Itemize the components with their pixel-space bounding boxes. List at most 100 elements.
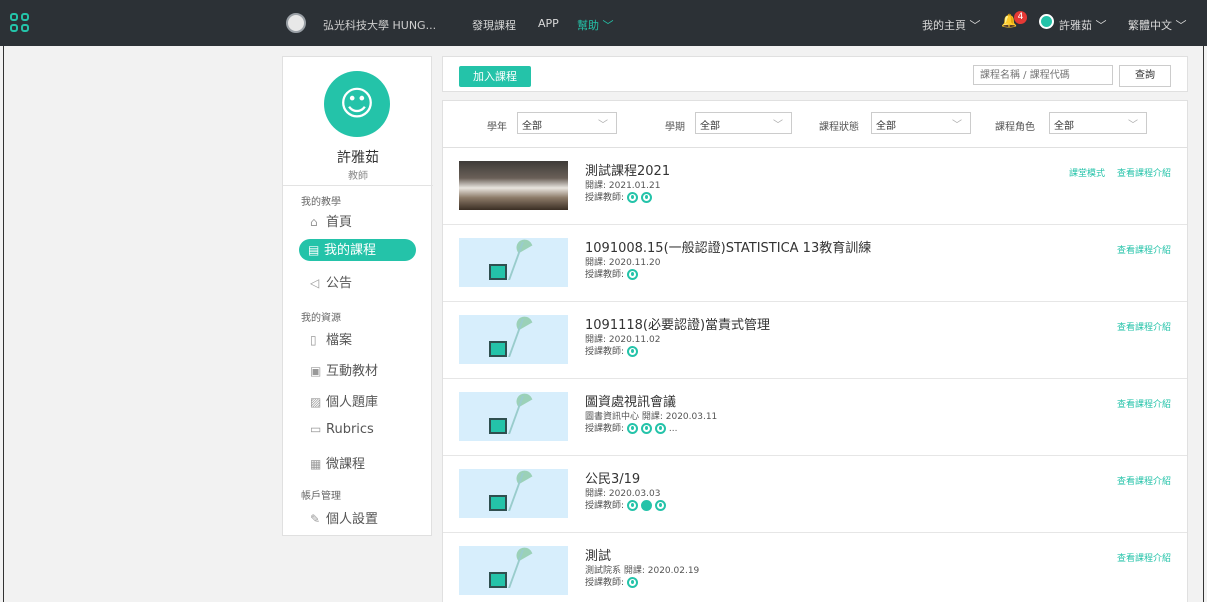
sidebar-item-interactive[interactable]: ▣ 互動教材 [310,360,378,379]
course-teachers: 授課教師: [585,267,639,280]
course-links: 查看課程介紹 [1105,551,1171,564]
course-thumbnail[interactable] [459,546,568,595]
view-intro-link[interactable]: 查看課程介紹 [1117,169,1171,179]
section-resources: 我的資源 [301,313,341,324]
more-teachers[interactable]: ... [669,424,678,434]
course-thumbnail[interactable] [459,161,568,210]
course-thumbnail[interactable] [459,238,568,287]
divider [283,185,433,186]
school-name-link[interactable]: 弘光科技大學 HUNG... [323,17,436,33]
chevron-down-icon: ﹀ [598,120,608,131]
chevron-down-icon: ﹀ [773,120,783,131]
my-homepage-menu[interactable]: 我的主頁 ﹀ [922,17,981,33]
sidebar-item-home[interactable]: ⌂ 首頁 [310,211,352,230]
teacher-avatar-icon[interactable] [641,423,653,434]
section-account: 帳戶管理 [301,491,341,502]
school-logo-icon[interactable] [286,13,306,33]
status-label: 課程狀態 [819,122,859,133]
user-menu[interactable]: 許雅茹 ﹀ [1059,17,1107,33]
course-links: 查看課程介紹 [1105,397,1171,410]
course-links: 查看課程介紹 [1105,243,1171,256]
file-icon: ▯ [310,333,317,347]
course-teachers: 授課教師: [585,498,667,511]
course-row[interactable]: 1091118(必要認證)當責式管理 開課: 2020.11.02 授課教師: … [443,302,1187,379]
profile-avatar[interactable]: ☺ [324,71,390,137]
course-thumbnail[interactable] [459,392,568,441]
micro-course-icon: ▦ [310,457,322,471]
status-select[interactable]: 全部 ﹀ [871,112,971,134]
megaphone-icon: ◁ [310,276,320,290]
year-select[interactable]: 全部 ﹀ [517,112,617,134]
sidebar: ☺ 許雅茹 教師 我的教學 ⌂ 首頁 ▤ 我的課程 ◁ 公告 我的資源 ▯ 檔案 ▣ 互動… [282,56,433,536]
teacher-avatar-icon[interactable] [627,423,639,434]
course-list: 測試課程2021 開課: 2021.01.21 授課教師: 課堂模式 查看課程介紹… [442,148,1188,602]
role-label: 課程角色 [995,122,1035,133]
view-intro-link[interactable]: 查看課程介紹 [1117,246,1171,256]
teacher-avatar-icon[interactable] [627,269,639,280]
course-links: 查看課程介紹 [1105,320,1171,333]
filter-bar: 學年 全部 ﹀ 學期 全部 ﹀ 課程狀態 全部 ﹀ 課程角色 全部 ﹀ [442,100,1188,148]
view-intro-link[interactable]: 查看課程介紹 [1117,554,1171,564]
teacher-avatar-icon[interactable] [655,500,667,511]
teacher-avatar-icon[interactable] [627,500,639,511]
interactive-icon: ▣ [310,364,322,378]
sidebar-item-rubrics[interactable]: ▭ Rubrics [310,422,374,437]
teacher-avatar-icon[interactable] [627,192,639,203]
question-bank-icon: ▨ [310,395,322,409]
course-toolbar: 加入課程 查詢 [442,56,1188,92]
search-button[interactable]: 查詢 [1119,65,1171,87]
app-link[interactable]: APP [538,17,559,30]
sidebar-item-my-courses[interactable]: ▤ 我的課程 [299,239,416,261]
classroom-mode-link[interactable]: 課堂模式 [1069,169,1105,179]
teacher-avatar-icon[interactable] [641,500,653,511]
top-navbar: 弘光科技大學 HUNG... 發現課程 APP 幫助 ﹀ 我的主頁 ﹀ 🔔 4 … [0,0,1207,46]
view-intro-link[interactable]: 查看課程介紹 [1117,400,1171,410]
course-title[interactable]: 1091008.15(一般認證)STATISTICA 13教育訓練 [585,237,871,256]
course-links: 查看課程介紹 [1105,474,1171,487]
rubrics-icon: ▭ [310,422,322,436]
course-thumbnail[interactable] [459,469,568,518]
course-search-input[interactable] [973,65,1113,85]
chevron-down-icon: ﹀ [952,120,962,131]
discover-courses-link[interactable]: 發現課程 [472,17,516,33]
sidebar-item-settings[interactable]: ✎ 個人設置 [310,508,378,527]
teacher-avatar-icon[interactable] [641,192,653,203]
course-teachers: 授課教師: ... [585,423,678,434]
sidebar-item-micro-course[interactable]: ▦ 微課程 [310,453,365,472]
course-row[interactable]: 測試 測試院系 開課: 2020.02.19 授課教師: 查看課程介紹 [443,533,1187,602]
sidebar-item-files[interactable]: ▯ 檔案 [310,329,352,348]
apps-grid-icon[interactable] [10,13,30,33]
language-menu[interactable]: 繁體中文 ﹀ [1128,17,1187,33]
course-title[interactable]: 1091118(必要認證)當責式管理 [585,314,770,333]
wrench-icon: ✎ [310,512,321,526]
teacher-avatar-icon[interactable] [627,577,639,588]
role-select[interactable]: 全部 ﹀ [1049,112,1147,134]
year-label: 學年 [487,122,507,133]
course-teachers: 授課教師: [585,190,653,203]
home-icon: ⌂ [310,215,318,229]
view-intro-link[interactable]: 查看課程介紹 [1117,323,1171,333]
notification-badge: 4 [1014,11,1027,24]
add-course-button[interactable]: 加入課程 [459,66,531,87]
course-title[interactable]: 測試 [585,545,611,564]
course-row[interactable]: 1091008.15(一般認證)STATISTICA 13教育訓練 開課: 20… [443,225,1187,302]
semester-select[interactable]: 全部 ﹀ [695,112,792,134]
course-title[interactable]: 公民3/19 [585,468,640,487]
chevron-down-icon: ﹀ [1128,120,1138,131]
view-intro-link[interactable]: 查看課程介紹 [1117,477,1171,487]
help-menu[interactable]: 幫助 ﹀ [577,17,614,33]
teacher-avatar-icon[interactable] [655,423,667,434]
course-row[interactable]: 測試課程2021 開課: 2021.01.21 授課教師: 課堂模式 查看課程介紹 [443,148,1187,225]
sidebar-item-question-bank[interactable]: ▨ 個人題庫 [310,391,378,410]
course-teachers: 授課教師: [585,575,639,588]
sidebar-item-announcements[interactable]: ◁ 公告 [310,272,352,291]
user-name: 許雅茹 [337,150,379,166]
course-row[interactable]: 圖資處視訊會議 圖書資訊中心 開課: 2020.03.11 授課教師: ... … [443,379,1187,456]
teacher-avatar-icon[interactable] [627,346,639,357]
section-teaching: 我的教學 [301,197,341,208]
course-row[interactable]: 公民3/19 開課: 2020.03.03 授課教師: 查看課程介紹 [443,456,1187,533]
course-title[interactable]: 圖資處視訊會議 [585,391,676,410]
user-avatar-icon[interactable] [1039,14,1054,29]
course-thumbnail[interactable] [459,315,568,364]
course-title[interactable]: 測試課程2021 [585,160,670,179]
